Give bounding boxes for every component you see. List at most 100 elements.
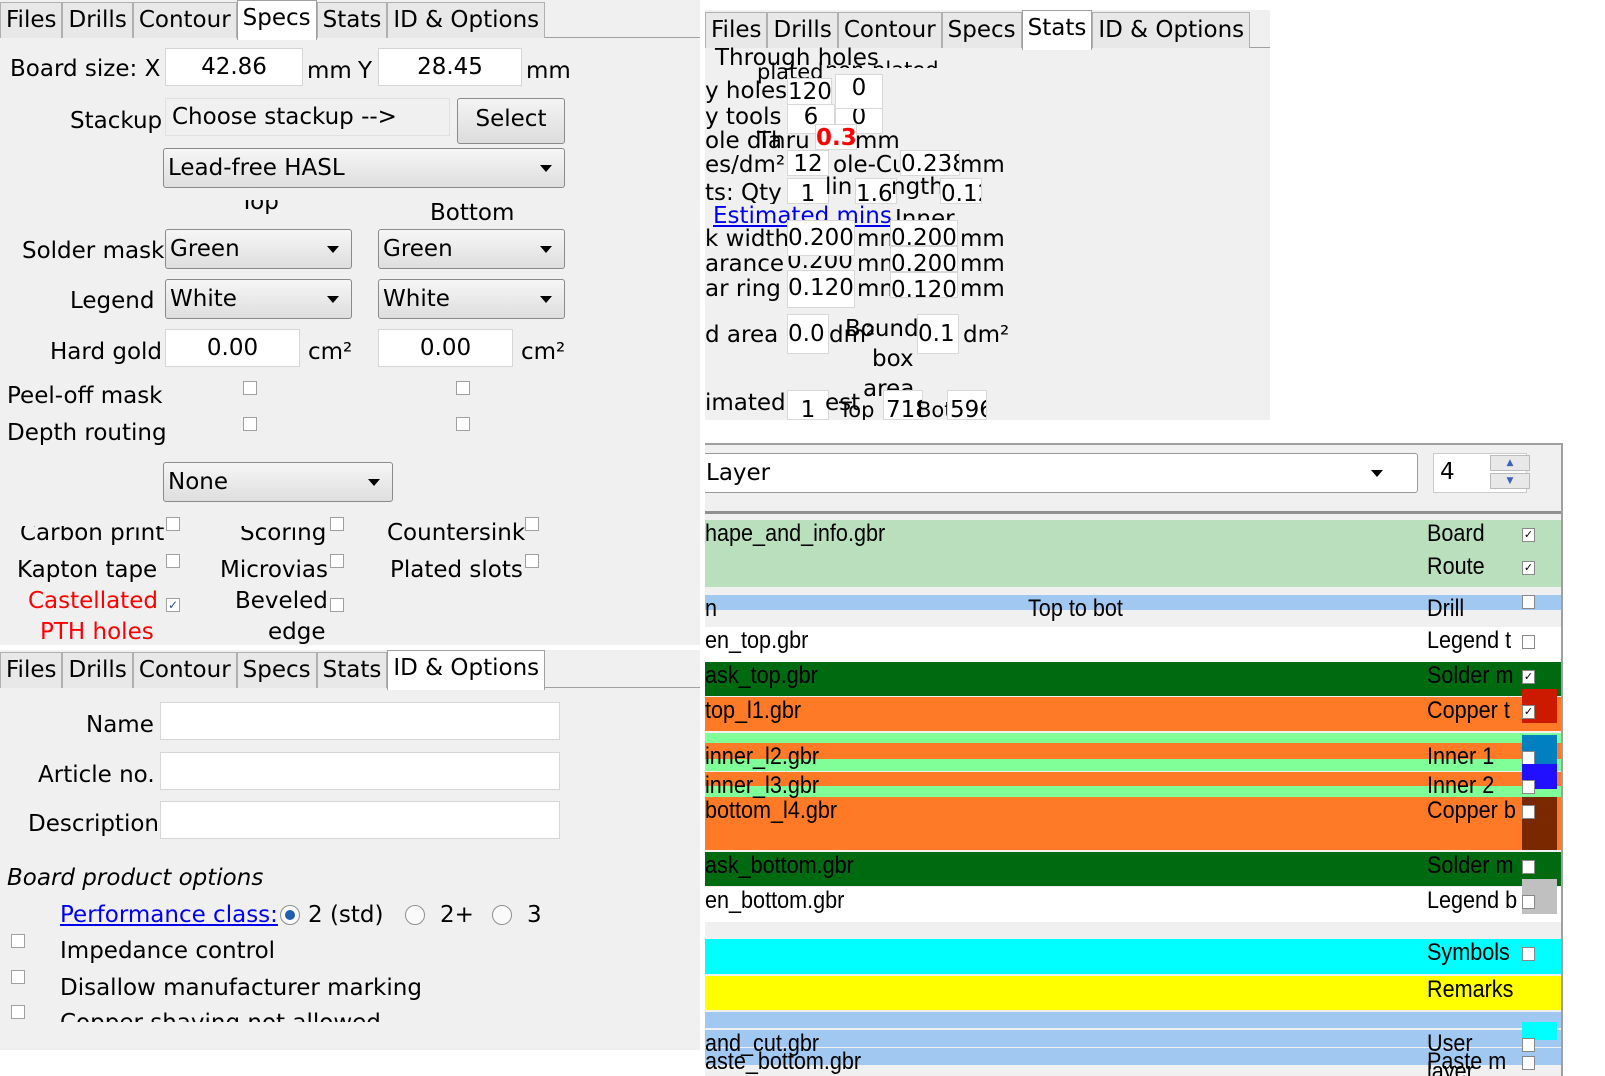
layer-enable-checkbox[interactable]: [1522, 805, 1535, 819]
perf-2plus-radio[interactable]: [405, 905, 425, 925]
chevron-down-icon: [540, 165, 552, 172]
tab-drills[interactable]: Drills: [767, 12, 838, 48]
bot-value: 596: [947, 390, 987, 420]
spin-up-icon[interactable]: ▲: [1490, 455, 1530, 471]
layer-select[interactable]: Layer: [705, 453, 1418, 493]
clearance-outer-value: 0.200: [787, 256, 853, 270]
layer-enable-checkbox[interactable]: [1522, 780, 1535, 794]
tab-contour[interactable]: Contour: [132, 652, 237, 688]
castellated-checkbox[interactable]: ✓: [166, 598, 180, 612]
impedance-checkbox[interactable]: [11, 934, 25, 948]
tab-contour[interactable]: Contour: [132, 2, 237, 38]
y-label: Y: [358, 58, 373, 84]
perf-3-radio[interactable]: [492, 905, 512, 925]
copper-shaving-checkbox[interactable]: [11, 1005, 25, 1019]
tab-stats[interactable]: Stats: [1021, 10, 1093, 50]
disallow-marking-checkbox[interactable]: [11, 970, 25, 984]
layer-enable-checkbox[interactable]: ✓: [1522, 670, 1535, 684]
chevron-down-icon: [327, 246, 339, 253]
select-stackup-button[interactable]: Select: [457, 98, 565, 144]
mm-label: mm: [960, 251, 1005, 277]
tab-files[interactable]: Files: [0, 2, 63, 38]
article-input[interactable]: [160, 752, 560, 790]
hard-gold-bottom-input[interactable]: 0.00: [378, 329, 513, 367]
bottom-header: Bottom: [430, 200, 515, 226]
perf-2-radio[interactable]: [280, 905, 300, 925]
edge-option-select[interactable]: None: [163, 462, 393, 502]
performance-class-link[interactable]: Performance class:: [60, 902, 278, 928]
surface-finish-select[interactable]: Lead-free HASL: [163, 148, 565, 188]
inner-header: Inner: [895, 206, 955, 220]
holes-np-value: 0: [835, 74, 883, 110]
layer-type-label: Symbols: [1427, 939, 1510, 966]
spin-down-icon[interactable]: ▼: [1490, 473, 1530, 489]
stats-panel: Files Drills Contour Specs Stats ID & Op…: [705, 10, 1270, 420]
value: White: [170, 286, 237, 312]
annular-ring-label: ar ring: [705, 276, 781, 302]
kapton-checkbox[interactable]: [166, 554, 180, 568]
layer-enable-checkbox[interactable]: [1522, 947, 1535, 961]
layer-type-label: Route: [1427, 553, 1485, 580]
solder-mask-bottom-select[interactable]: Green: [378, 229, 565, 269]
legend-bottom-select[interactable]: White: [378, 279, 565, 319]
solder-mask-top-select[interactable]: Green: [165, 229, 352, 269]
layer-enable-checkbox[interactable]: [1522, 1056, 1535, 1070]
beveled-edge-checkbox[interactable]: [330, 598, 344, 612]
countersink-checkbox[interactable]: [525, 517, 539, 531]
tab-stats[interactable]: Stats: [316, 2, 388, 38]
pth-holes-label: PTH holes: [40, 619, 154, 645]
ring-outer-value: 0.120: [787, 270, 855, 308]
layer-file-name: inner_l2.gbr: [705, 743, 820, 770]
stats-content: Through holes plated non-plated y holes …: [705, 45, 1270, 420]
hard-gold-top-input[interactable]: 0.00: [165, 329, 300, 367]
layer-file-name: top_l1.gbr: [705, 697, 802, 724]
density-label: es/dm²: [705, 152, 786, 176]
depth-routing-bottom-checkbox[interactable]: [456, 417, 470, 431]
carbon-print-checkbox[interactable]: [166, 517, 180, 531]
kapton-label: Kapton tape: [17, 557, 158, 583]
peel-off-bottom-checkbox[interactable]: [456, 381, 470, 395]
slots-label: ts: Qty: [705, 180, 782, 204]
tab-drills[interactable]: Drills: [62, 652, 133, 688]
board-area-value: 0.0: [787, 314, 829, 354]
depth-routing-top-checkbox[interactable]: [243, 417, 257, 431]
layer-enable-checkbox[interactable]: ✓: [1522, 705, 1535, 719]
tab-drills[interactable]: Drills: [62, 2, 133, 38]
tab-bar: Files Drills Contour Specs Stats ID & Op…: [705, 10, 1270, 50]
plated-slots-checkbox[interactable]: [525, 554, 539, 568]
tab-id-options[interactable]: ID & Options: [1092, 12, 1251, 48]
layer-enable-checkbox[interactable]: [1522, 595, 1535, 609]
layer-enable-checkbox[interactable]: [1522, 1038, 1535, 1052]
layer-enable-checkbox[interactable]: [1522, 860, 1535, 874]
layer-count-spinner[interactable]: 4 ▲ ▼: [1433, 453, 1530, 493]
name-input[interactable]: [160, 702, 560, 740]
layer-enable-checkbox[interactable]: [1522, 751, 1535, 765]
tab-files[interactable]: Files: [705, 12, 768, 48]
hole-cu-label: ole-Cu: [833, 152, 907, 176]
stackup-label: Stackup: [70, 108, 163, 134]
board-y-input[interactable]: 28.45: [378, 48, 522, 86]
tab-stats[interactable]: Stats: [316, 652, 388, 688]
tab-specs[interactable]: Specs: [236, 652, 317, 688]
peel-off-top-checkbox[interactable]: [243, 381, 257, 395]
scoring-checkbox[interactable]: [330, 517, 344, 531]
description-label: Description: [28, 811, 159, 837]
description-input[interactable]: [160, 801, 560, 839]
value: None: [168, 469, 229, 495]
tab-contour[interactable]: Contour: [837, 12, 942, 48]
bound-box-label2: box: [872, 346, 914, 372]
tab-id-options[interactable]: ID & Options: [387, 2, 546, 38]
slots-qty-value: 1: [787, 178, 829, 204]
board-x-input[interactable]: 42.86: [165, 48, 303, 86]
tab-files[interactable]: Files: [0, 652, 63, 688]
layer-enable-checkbox[interactable]: [1522, 635, 1535, 649]
layer-enable-checkbox[interactable]: [1522, 895, 1535, 909]
tab-specs[interactable]: Specs: [236, 0, 317, 40]
microvias-checkbox[interactable]: [330, 554, 344, 568]
layer-enable-checkbox[interactable]: ✓: [1522, 561, 1535, 575]
mm-label: mm: [960, 152, 1005, 176]
legend-top-select[interactable]: White: [165, 279, 352, 319]
tab-specs[interactable]: Specs: [941, 12, 1022, 48]
layer-enable-checkbox[interactable]: ✓: [1522, 528, 1535, 542]
tab-id-options[interactable]: ID & Options: [387, 650, 546, 690]
